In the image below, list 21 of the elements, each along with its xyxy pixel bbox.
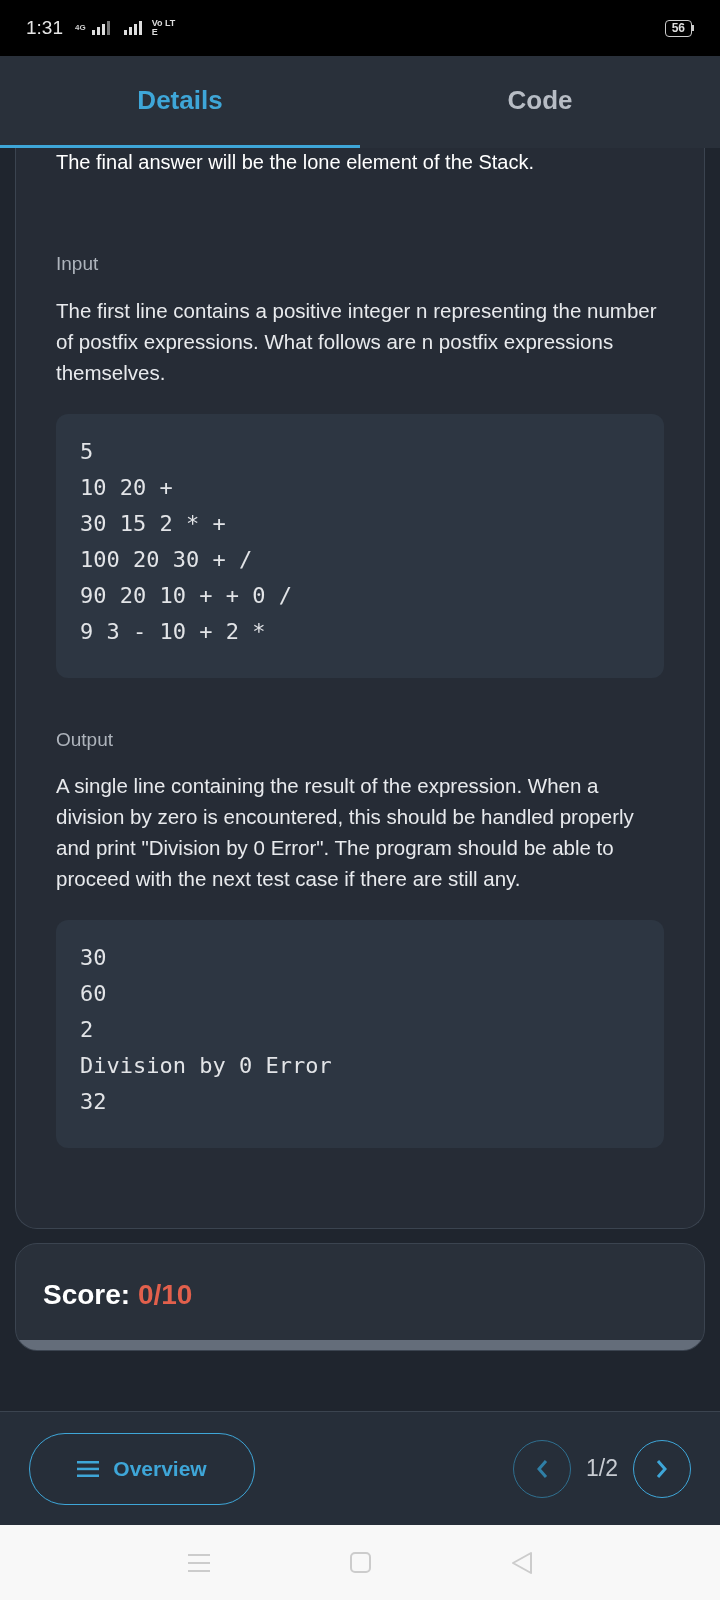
menu-icon[interactable]	[187, 1552, 210, 1573]
menu-icon	[77, 1460, 100, 1477]
score-value: 0/10	[137, 1279, 193, 1310]
chevron-right-icon	[656, 1458, 668, 1479]
chevron-left-icon	[536, 1458, 548, 1479]
section-heading: Output	[56, 727, 115, 752]
page-indicator: 1/2	[586, 1454, 618, 1484]
network-type: 4G	[75, 22, 86, 34]
home-icon[interactable]	[349, 1552, 371, 1573]
volte-label: Vo LTE	[151, 19, 177, 37]
section-text: The first line contains a positive integer n representing the number of postfix expressions. What follows are n postfix expressions themselves.	[56, 297, 658, 386]
back-icon[interactable]	[510, 1550, 533, 1575]
code-block: 5 10 20 + 30 15 2 * + 100 20 30 + / 90 20 10 + + 0 / 9 3 - 10 + 2 *	[56, 413, 664, 678]
battery-indicator: 56	[664, 19, 692, 37]
description-text: The final answer will be the lone element of the Stack.	[56, 150, 536, 174]
code-block: 30 60 2 Division by 0 Error 32	[56, 920, 664, 1148]
tab[interactable]: Code	[360, 56, 720, 148]
score-label: Score:	[43, 1279, 132, 1310]
section-heading: Input	[56, 252, 100, 276]
clock: 1:31	[26, 15, 63, 40]
section-text: A single line containing the result of the expression. When a division by zero is encountered, this should be handled properly and print "Division by 0 Error". The program should be able to proceed with the next test case if there are still any.	[56, 773, 635, 892]
